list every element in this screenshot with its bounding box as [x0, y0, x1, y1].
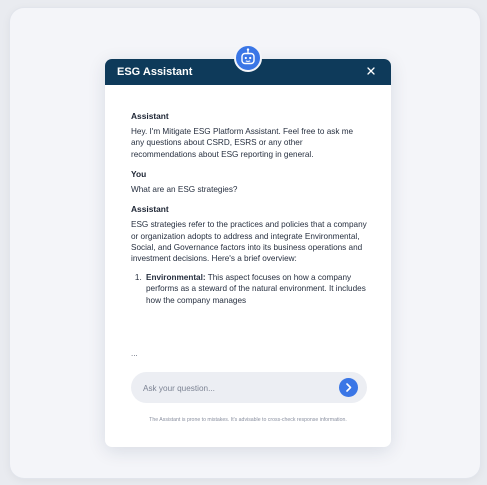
message-user: You What are an ESG strategies? [131, 169, 367, 195]
question-input-bar [131, 372, 367, 403]
robot-icon [234, 44, 262, 72]
chevron-right-icon [346, 383, 352, 392]
disclaimer-text: The Assistant is prone to mistakes. It's… [149, 417, 347, 423]
message-list-points: Environmental: This aspect focuses on ho… [131, 272, 367, 306]
truncation-ellipsis: ... [131, 349, 138, 358]
message-sender: Assistant [131, 111, 169, 121]
message-assistant: Assistant Hey. I'm Mitigate ESG Platform… [131, 111, 367, 160]
list-item: Environmental: This aspect focuses on ho… [144, 272, 367, 306]
message-assistant: Assistant ESG strategies refer to the pr… [131, 204, 367, 306]
send-button[interactable] [339, 378, 358, 397]
message-sender: You [131, 168, 147, 179]
window-title: ESG Assistant [117, 66, 193, 78]
close-icon[interactable] [363, 63, 379, 79]
message-text: What are an ESG strategies? [131, 185, 238, 195]
message-text: ESG strategies refer to the practices an… [131, 220, 367, 264]
chat-window: ESG Assistant Assistant Hey. I'm Mitigat… [105, 44, 391, 447]
question-input[interactable] [141, 380, 325, 397]
message-sender: Assistant [131, 204, 169, 215]
message-list: Assistant Hey. I'm Mitigate ESG Platform… [131, 111, 367, 315]
list-item-term: Environmental: [146, 273, 206, 283]
message-text: Hey. I'm Mitigate ESG Platform Assistant… [131, 127, 354, 159]
